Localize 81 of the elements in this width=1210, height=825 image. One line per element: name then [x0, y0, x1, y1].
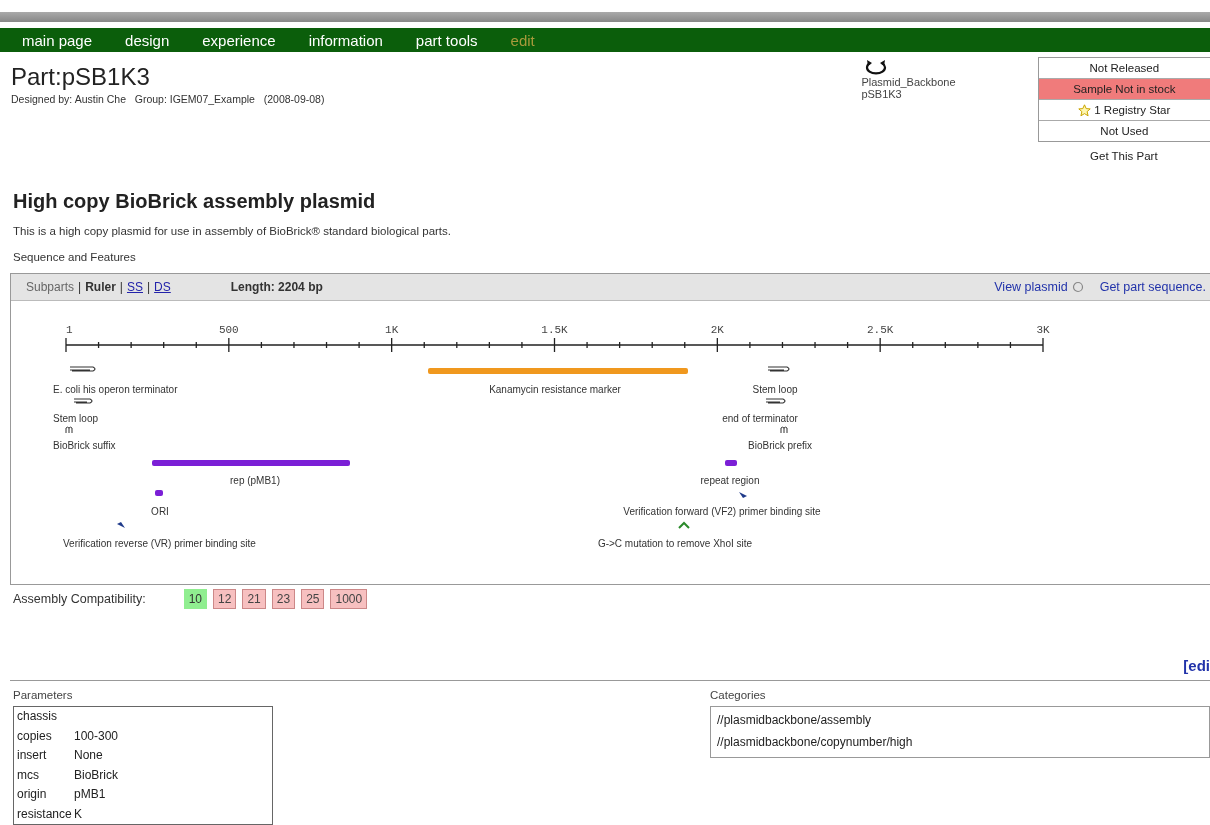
- restriction-site-icon: [780, 426, 788, 434]
- nav-link[interactable]: design: [125, 31, 170, 49]
- description: This is a high copy plasmid for use in assembly of BioBrick® standard biological parts.: [13, 225, 452, 237]
- section-title: Categories: [710, 689, 766, 701]
- length-label: Length: 2204 bp: [230, 280, 323, 294]
- assembly-label: Assembly Compatibility:: [13, 592, 146, 606]
- part-heading: High copy BioBrick assembly plasmid: [13, 190, 377, 213]
- compatibility-tag: 10: [183, 589, 208, 609]
- feature-label: BioBrick prefix: [748, 440, 812, 451]
- feature-label: BioBrick suffix: [53, 440, 116, 451]
- ruler-label: 2K: [710, 324, 724, 336]
- section-title: Parameters: [13, 689, 73, 701]
- separator: |: [119, 280, 123, 294]
- ruler-label: 3K: [1036, 324, 1050, 336]
- hairpin-arrow-icon: [73, 398, 93, 404]
- stock-status: Sample Not in stock: [1038, 78, 1210, 99]
- parameter-name: origin: [17, 786, 48, 803]
- ruler-label: 500: [218, 324, 239, 336]
- ruler-label: 1.5K: [541, 324, 568, 336]
- feature-label: Verification reverse (VR) primer binding site: [63, 538, 256, 549]
- get-part-link[interactable]: Get This Part: [1037, 150, 1210, 162]
- separator: |: [78, 280, 82, 294]
- section-link[interactable]: [edi: [1183, 657, 1210, 674]
- nav-link[interactable]: part tools: [415, 31, 478, 49]
- view-label: Ruler: [85, 280, 116, 294]
- category-link[interactable]: //plasmidbackbone/assembly: [717, 713, 872, 727]
- hairpin-arrow-icon: [69, 366, 96, 372]
- feature-label: E. coli his operon terminator: [53, 384, 178, 395]
- parameter-name: copies: [17, 727, 53, 745]
- feature-label: Stem loop: [53, 413, 99, 424]
- feature-label: Stem loop: [752, 384, 798, 395]
- ruler-label: 2.5K: [866, 324, 894, 336]
- parameter-value: None: [74, 747, 103, 764]
- nav-link[interactable]: experience: [202, 31, 276, 49]
- hairpin-arrow-icon: [767, 366, 790, 372]
- part-type: Plasmid_Backbone: [861, 76, 957, 88]
- registry-star-link[interactable]: 1 Registry Star: [1094, 104, 1171, 116]
- view-link[interactable]: SS: [126, 280, 143, 294]
- status-label: Not Used: [1038, 120, 1210, 141]
- part-name: pSB1K3: [861, 88, 903, 100]
- feature-label: rep (pMB1): [230, 475, 280, 486]
- star-icon: [1078, 103, 1092, 117]
- ruler-label: 1K: [385, 324, 399, 336]
- feature-label: end of terminator: [722, 413, 798, 424]
- compatibility-tag: 1000: [330, 589, 368, 609]
- parameter-value: K: [74, 805, 82, 823]
- caret-icon: [678, 521, 690, 529]
- compatibility-tag: 23: [271, 589, 296, 609]
- circle-icon: [1071, 281, 1084, 293]
- parameter-name: resistance: [17, 805, 73, 823]
- nav-link[interactable]: information: [308, 31, 383, 49]
- feature-label: repeat region: [700, 475, 760, 486]
- parameter-value: BioBrick: [74, 766, 118, 784]
- parameter-value: 100-300: [74, 727, 119, 745]
- primer-mark-icon: [739, 492, 747, 498]
- status-label: Not Released: [1088, 61, 1161, 76]
- parameter-name: chassis: [17, 708, 58, 725]
- compatibility-tag: 21: [242, 589, 266, 609]
- parameter-value: pMB1: [74, 786, 106, 803]
- parameter-name: mcs: [17, 766, 40, 784]
- category-link[interactable]: //plasmidbackbone/copynumber/high: [717, 735, 913, 749]
- feature-label: Verification forward (VF2) primer binding site: [623, 506, 821, 517]
- page-title: Part:pSB1K3: [11, 63, 151, 91]
- get-sequence-link[interactable]: Get part sequence.: [1099, 280, 1206, 294]
- compatibility-tag: 25: [301, 589, 325, 609]
- separator: |: [147, 280, 151, 294]
- feature-label: ORI: [151, 506, 169, 517]
- primer-mark-icon: [117, 522, 125, 528]
- parameter-name: insert: [17, 747, 48, 764]
- nav-link[interactable]: main page: [22, 31, 93, 49]
- hairpin-arrow-icon: [765, 398, 786, 404]
- view-label: Subparts: [26, 280, 75, 294]
- view-plasmid-link[interactable]: View plasmid: [994, 280, 1068, 294]
- ruler-label: 1: [66, 324, 73, 336]
- section-title: Sequence and Features: [13, 251, 136, 263]
- compatibility-tag: 12: [213, 589, 237, 609]
- designer-line: Designed by: Austin Che Group: IGEM07_Example (2008-09-08): [11, 93, 326, 105]
- restriction-site-icon: [65, 426, 73, 434]
- view-link[interactable]: DS: [154, 280, 171, 294]
- feature-label: Kanamycin resistance marker: [489, 384, 621, 395]
- feature-label: G->C mutation to remove XhoI site: [597, 538, 753, 549]
